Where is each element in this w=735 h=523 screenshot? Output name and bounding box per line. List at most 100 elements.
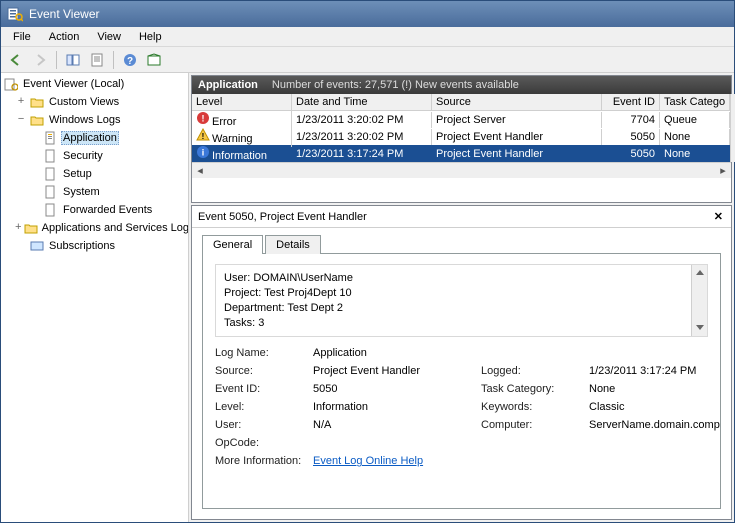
taskcat-value: None: [589, 383, 721, 395]
toolbar: ?: [1, 47, 734, 73]
menu-help[interactable]: Help: [131, 29, 170, 45]
tab-details[interactable]: Details: [265, 235, 321, 254]
folder-icon: [29, 112, 45, 128]
body: Event Viewer (Local) + Custom Views − Wi…: [1, 73, 734, 522]
app-window: Event Viewer File Action View Help ? Eve…: [0, 0, 735, 523]
col-eventid[interactable]: Event ID: [602, 94, 660, 110]
menu-action[interactable]: Action: [41, 29, 88, 45]
message-line: Project: Test Proj4Dept 10: [224, 286, 699, 301]
vscrollbar[interactable]: [730, 94, 735, 162]
expand-icon[interactable]: +: [15, 96, 27, 108]
events-header: Application Number of events: 27,571 (!)…: [192, 76, 731, 94]
scroll-track[interactable]: [208, 163, 715, 178]
back-button[interactable]: [5, 49, 27, 71]
menubar: File Action View Help: [1, 27, 734, 47]
menu-view[interactable]: View: [89, 29, 129, 45]
tree-setup[interactable]: Setup: [1, 165, 188, 183]
tree-application[interactable]: Application: [1, 129, 188, 147]
log-icon: [43, 130, 59, 146]
detail-title-bar: Event 5050, Project Event Handler ✕: [192, 206, 731, 228]
show-hide-tree-button[interactable]: [62, 49, 84, 71]
toolbar-sep: [113, 51, 114, 69]
logged-label: Logged:: [481, 365, 581, 377]
nav-tree[interactable]: Event Viewer (Local) + Custom Views − Wi…: [1, 73, 189, 522]
tree-root[interactable]: Event Viewer (Local): [1, 75, 188, 93]
tree-system[interactable]: System: [1, 183, 188, 201]
grid-header[interactable]: Level Date and Time Source Event ID Task…: [192, 94, 730, 111]
help-button[interactable]: ?: [119, 49, 141, 71]
col-category[interactable]: Task Catego: [660, 94, 730, 110]
col-source[interactable]: Source: [432, 94, 602, 110]
tree-forwarded[interactable]: Forwarded Events: [1, 201, 188, 219]
properties-button[interactable]: [86, 49, 108, 71]
tree-windows-logs[interactable]: − Windows Logs: [1, 111, 188, 129]
col-level[interactable]: Level: [192, 94, 292, 110]
tree-label: Security: [61, 150, 105, 162]
tree-label: Applications and Services Logs: [40, 222, 189, 234]
logname-label: Log Name:: [215, 347, 305, 359]
tree-subscriptions[interactable]: Subscriptions: [1, 237, 188, 255]
detail-panel: Event 5050, Project Event Handler ✕ Gene…: [191, 205, 732, 520]
tab-body: User: DOMAIN\UserNameProject: Test Proj4…: [202, 253, 721, 509]
refresh-button[interactable]: [143, 49, 165, 71]
tree-label: Forwarded Events: [61, 204, 154, 216]
table-row[interactable]: iInformation1/23/2011 3:17:24 PMProject …: [192, 145, 730, 162]
grid-body[interactable]: !Error1/23/2011 3:20:02 PMProject Server…: [192, 111, 730, 162]
detail-tabs: General Details: [192, 228, 731, 253]
svg-text:!: !: [202, 132, 205, 141]
tree-label: Setup: [61, 168, 94, 180]
source-value: Project Event Handler: [313, 365, 473, 377]
tree-label: Custom Views: [47, 96, 121, 108]
keywords-label: Keywords:: [481, 401, 581, 413]
level-label: Level:: [215, 401, 305, 413]
user-label: User:: [215, 419, 305, 431]
detail-title: Event 5050, Project Event Handler: [198, 211, 367, 223]
scroll-left-icon[interactable]: ◂: [192, 163, 208, 178]
menu-file[interactable]: File: [5, 29, 39, 45]
log-icon: [43, 202, 59, 218]
right-pane: Application Number of events: 27,571 (!)…: [189, 73, 734, 522]
info-icon: i: [196, 145, 210, 159]
message-line: Department: Test Dept 2: [224, 301, 699, 316]
tree-custom-views[interactable]: + Custom Views: [1, 93, 188, 111]
moreinfo-link[interactable]: Event Log Online Help: [313, 455, 423, 467]
expand-icon[interactable]: +: [15, 222, 22, 234]
warning-icon: !: [196, 128, 210, 142]
svg-text:i: i: [202, 148, 205, 158]
events-source: Application: [198, 79, 258, 91]
window-title: Event Viewer: [29, 7, 99, 21]
collapse-icon[interactable]: −: [15, 114, 27, 126]
app-icon: [3, 76, 19, 92]
tree-apps-services-logs[interactable]: + Applications and Services Logs: [1, 219, 188, 237]
opcode-label: OpCode:: [215, 437, 305, 449]
titlebar: Event Viewer: [1, 1, 734, 27]
msg-vscrollbar[interactable]: [691, 265, 707, 336]
keywords-value: Classic: [589, 401, 721, 413]
tree-label: Application: [61, 131, 119, 145]
logged-value: 1/23/2011 3:17:24 PM: [589, 365, 721, 377]
scroll-right-icon[interactable]: ▸: [715, 163, 731, 178]
message-line: User: DOMAIN\UserName: [224, 271, 699, 286]
events-count: Number of events: 27,571 (!) New events …: [272, 79, 519, 91]
tree-security[interactable]: Security: [1, 147, 188, 165]
events-grid[interactable]: Level Date and Time Source Event ID Task…: [192, 94, 731, 202]
opcode-value: [313, 437, 473, 449]
col-date[interactable]: Date and Time: [292, 94, 432, 110]
log-icon: [43, 184, 59, 200]
hscrollbar[interactable]: ◂ ▸: [192, 162, 731, 178]
log-icon: [43, 148, 59, 164]
eventid-value: 5050: [313, 383, 473, 395]
tree-label: Windows Logs: [47, 114, 123, 126]
tab-general[interactable]: General: [202, 235, 263, 254]
computer-label: Computer:: [481, 419, 581, 431]
tree-label: System: [61, 186, 102, 198]
folder-icon: [24, 220, 38, 236]
tree-label: Event Viewer (Local): [21, 78, 126, 90]
event-properties: Log Name: Application Source: Project Ev…: [215, 347, 708, 467]
svg-text:?: ?: [127, 56, 133, 67]
folder-icon: [29, 94, 45, 110]
error-icon: !: [196, 111, 210, 125]
level-value: Information: [313, 401, 473, 413]
forward-button[interactable]: [29, 49, 51, 71]
close-icon[interactable]: ✕: [712, 210, 725, 223]
